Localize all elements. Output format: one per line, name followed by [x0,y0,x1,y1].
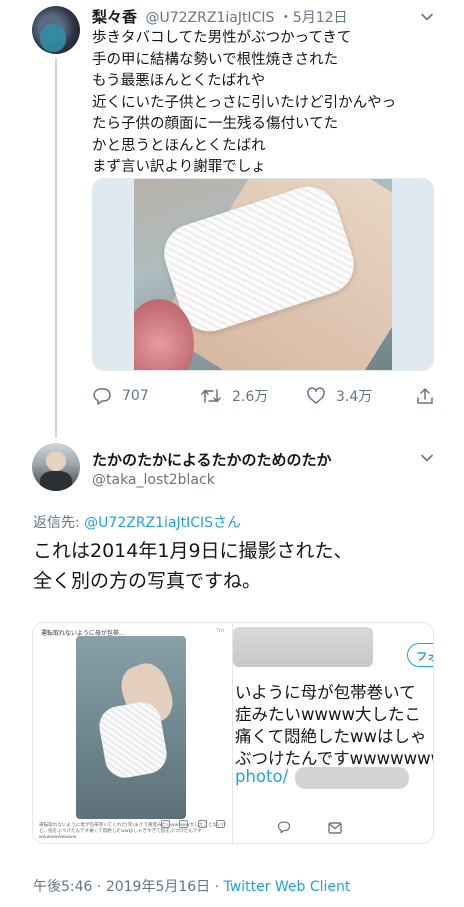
embedded-text-line: 症みたいwwww大したこ [235,705,421,724]
separator: · [92,879,106,895]
tweet-time[interactable]: 午後5:46 [33,879,92,895]
embedded-text-line: ぶつけたんですwwwwwww [235,749,434,768]
tweet-header: 梨々香 @U72ZRZ1iaJtICIS ・5月12日 [92,6,348,27]
retweet-button[interactable]: 2.6万 [200,386,268,406]
like-icon [306,386,326,406]
tweet-text-line: これは2014年1月9日に撮影された、 [33,540,353,562]
separator: · [210,879,224,895]
display-name[interactable]: 梨々香 [92,8,137,26]
embedded-screenshot-left: 運転取れないように母が包帯... 7m 運転取れないように母が包帯巻いてくれた(… [33,623,233,843]
embedded-link: photo/ [235,767,289,786]
reply-count: 707 [122,388,149,404]
tweet-text-line: もう最悪ほんとくたばれや [92,73,266,89]
avatar[interactable] [32,6,80,54]
avatar[interactable] [32,443,80,491]
reply-mention-link[interactable]: @U72ZRZ1iaJtICISさん [84,515,241,531]
reply-icon [161,820,170,828]
embedded-screenshot-right: フォ いように母が包帯巻いて 症みたいwwww大したこ 痛くて悶絶したwwはしゃ… [233,623,434,843]
mail-icon [328,819,342,838]
embedded-hand-photo [76,636,186,819]
embedded-text-line: 痛くて悶絶したwwはしゃ [235,727,427,746]
tweet-text: 歩きタバコしてた男性がぶつかってきて 手の甲に結構な勢いで根性焼きされた もう最… [92,28,432,179]
reply-button[interactable]: 707 [92,386,149,406]
tweet-photo[interactable] [92,178,434,371]
user-handle[interactable]: @U72ZRZ1iaJtICIS [145,10,274,26]
like-count: 3.4万 [336,389,373,405]
tweet-date[interactable]: ・5月12日 [279,10,348,26]
share-button[interactable] [415,386,435,406]
tweet-text: これは2014年1月9日に撮影された、 全く別の方の写真ですね。 [33,536,353,596]
tweet-text-line: かと思うとほんとくたばれ [92,137,266,154]
tweet-text-line: 近くにいた子供とっさに引いたけど引かんやっ [92,94,397,111]
tweet-text-line: 全く別の方の写真ですね。 [33,570,262,592]
tweet-timestamp: 午後5:46 · 2019年5月16日 · Twitter Web Client [33,876,350,896]
retweet-count: 2.6万 [232,389,269,405]
blurred-link [295,767,409,789]
tweet-text-line: 歩きタバコしてた男性がぶつかってきて [92,30,352,46]
share-icon [415,386,435,406]
chevron-down-icon[interactable] [420,451,434,465]
like-button[interactable]: 3.4万 [306,386,372,406]
tweet-text-line: 手の甲に結構な勢いで根性焼きされた [92,51,339,68]
tweet-actions: 707 2.6万 3.4万 [92,386,437,410]
display-name[interactable]: たかのたかによるたかのためのたか [92,449,332,470]
blurred-profile [233,627,373,667]
user-handle[interactable]: @taka_lost2black [92,472,215,488]
like-icon [197,820,207,828]
bandaged-hand-photo [134,179,392,370]
tweet-text-line: まず言い訳より謝罪でしょ [92,159,266,175]
reply-icon [92,386,112,406]
embedded-time: 7m [216,628,225,634]
thread-connector [55,58,57,438]
reply-context: 返信先: @U72ZRZ1iaJtICISさん [33,512,241,532]
follow-button: フォ [407,643,433,667]
client-link[interactable]: Twitter Web Client [224,879,351,895]
chevron-down-icon[interactable] [420,10,434,24]
retweet-icon [179,820,189,828]
reply-icon [277,819,291,838]
tweet-date[interactable]: 2019年5月16日 [106,879,210,895]
reply-prefix: 返信先: [33,515,85,531]
retweet-icon [200,386,222,406]
share-icon [215,820,225,828]
embedded-text-line: いように母が包帯巻いて [235,683,416,702]
tweet-photo[interactable]: 運転取れないように母が包帯... 7m 運転取れないように母が包帯巻いてくれた(… [32,622,434,844]
tweet-text-line: たら子供の顔面に一生残る傷付いてた [92,116,339,132]
embedded-action-icons [161,820,225,828]
